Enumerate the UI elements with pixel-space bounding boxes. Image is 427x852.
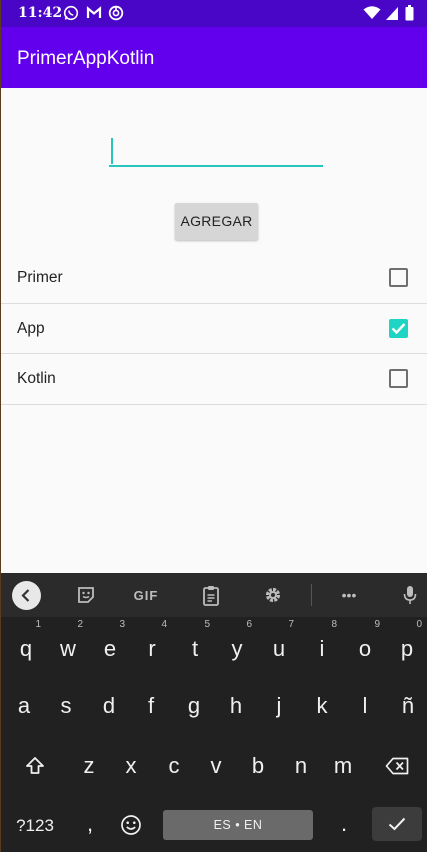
key-z[interactable]: z	[71, 741, 107, 791]
wifi-icon	[363, 5, 381, 21]
symbols-key[interactable]: ?123	[9, 801, 61, 851]
whatsapp-icon	[63, 5, 79, 21]
list-item[interactable]: App	[1, 304, 427, 354]
list-item-label: Kotlin	[17, 370, 56, 387]
space-bar[interactable]: ES • EN	[163, 810, 313, 840]
key-k[interactable]: k	[304, 681, 340, 731]
app-bar: PrimerAppKotlin	[1, 27, 427, 88]
key-number-hint: 7	[288, 619, 294, 630]
key-enye[interactable]: ñ	[390, 681, 426, 731]
key-number-hint: 2	[77, 619, 83, 630]
gmail-icon	[86, 5, 102, 21]
key-label: i	[319, 636, 325, 661]
key-label: r	[148, 636, 156, 661]
keyboard-back-button[interactable]	[12, 581, 41, 610]
enter-key[interactable]	[372, 807, 422, 841]
add-button[interactable]: AGREGAR	[175, 203, 258, 240]
checkbox-checked[interactable]	[389, 318, 408, 338]
app-screen: 11:42 PrimerAppKotlin AGREGAR Primer App…	[1, 0, 427, 852]
key-h[interactable]: h	[218, 681, 254, 731]
emoji-key[interactable]	[113, 801, 149, 851]
key-b[interactable]: b	[240, 741, 276, 791]
list-item[interactable]: Kotlin	[1, 354, 427, 405]
key-u[interactable]: u7	[261, 619, 297, 674]
key-a[interactable]: a	[6, 681, 42, 731]
more-options-icon[interactable]: •••	[335, 573, 363, 617]
key-v[interactable]: v	[198, 741, 234, 791]
key-number-hint: 5	[204, 619, 210, 630]
checkbox[interactable]	[389, 369, 408, 388]
key-number-hint: 9	[374, 619, 380, 630]
key-label: p	[400, 636, 414, 661]
item-input[interactable]	[109, 135, 323, 169]
key-label: o	[358, 636, 372, 661]
status-bar: 11:42	[1, 0, 427, 27]
toolbar-divider	[311, 584, 312, 606]
period-key[interactable]: .	[326, 799, 362, 849]
key-label: y	[231, 636, 243, 661]
key-s[interactable]: s	[48, 681, 84, 731]
microphone-icon[interactable]	[398, 573, 422, 617]
clipboard-icon[interactable]	[197, 573, 225, 617]
key-j[interactable]: j	[261, 681, 297, 731]
key-label: q	[19, 636, 33, 661]
key-number-hint: 1	[35, 619, 41, 630]
list-item-label: App	[17, 319, 45, 337]
key-number-hint: 8	[331, 619, 337, 630]
items-list: Primer App Kotlin	[1, 253, 427, 405]
key-d[interactable]: d	[91, 681, 127, 731]
list-item-label: Primer	[17, 269, 63, 286]
key-g[interactable]: g	[176, 681, 212, 731]
key-o[interactable]: o9	[347, 619, 383, 674]
shift-key[interactable]	[17, 741, 53, 791]
list-item[interactable]: Primer	[1, 253, 427, 304]
key-f[interactable]: f	[133, 681, 169, 731]
keyboard-toolbar: GIF •••	[1, 573, 427, 617]
key-label: t	[191, 636, 199, 661]
key-t[interactable]: t5	[177, 619, 213, 674]
comma-key[interactable]: ,	[72, 799, 108, 849]
key-label: e	[103, 636, 117, 661]
soft-keyboard: GIF ••• q1 w2 e3 r4 t5 y6 u7 i8 o9 p0 a …	[1, 573, 427, 852]
key-q[interactable]: q1	[8, 619, 44, 674]
vpn-icon	[108, 5, 124, 21]
settings-gear-icon[interactable]	[259, 573, 287, 617]
input-underline	[109, 165, 323, 167]
key-r[interactable]: r4	[134, 619, 170, 674]
key-number-hint: 3	[119, 619, 125, 630]
key-i[interactable]: i8	[304, 619, 340, 674]
key-label: w	[60, 636, 76, 661]
key-n[interactable]: n	[283, 741, 319, 791]
key-number-hint: 4	[161, 619, 167, 630]
text-cursor	[111, 138, 113, 164]
checkmark-icon	[388, 817, 406, 831]
sticker-icon[interactable]	[72, 573, 100, 617]
app-title: PrimerAppKotlin	[17, 48, 155, 69]
status-time: 11:42	[18, 5, 63, 21]
key-number-hint: 0	[416, 619, 422, 630]
key-l[interactable]: l	[347, 681, 383, 731]
checkbox[interactable]	[389, 268, 408, 287]
backspace-key[interactable]	[379, 741, 415, 791]
signal-icon	[385, 5, 399, 21]
key-label: u	[272, 636, 286, 661]
key-x[interactable]: x	[113, 741, 149, 791]
key-number-hint: 6	[246, 619, 252, 630]
key-c[interactable]: c	[156, 741, 192, 791]
key-y[interactable]: y6	[219, 619, 255, 674]
gif-button[interactable]: GIF	[128, 573, 164, 617]
battery-icon	[405, 5, 414, 21]
key-m[interactable]: m	[325, 741, 361, 791]
key-w[interactable]: w2	[50, 619, 86, 674]
item-input-container[interactable]	[109, 135, 323, 169]
key-e[interactable]: e3	[92, 619, 128, 674]
key-p[interactable]: p0	[389, 619, 425, 674]
